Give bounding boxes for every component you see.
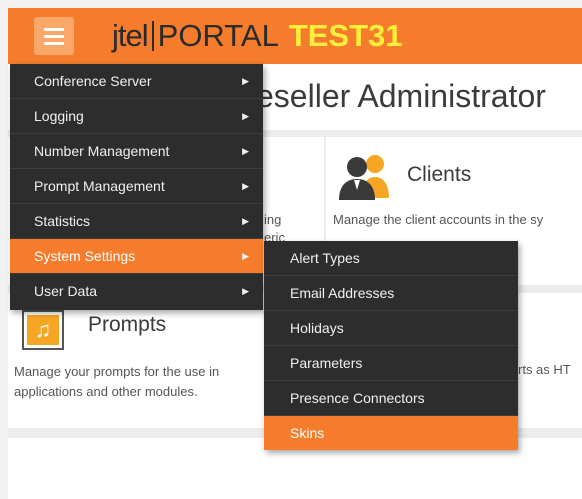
brand-portal: PORTAL: [157, 18, 279, 53]
menu-item-label: Statistics: [34, 213, 91, 229]
prompts-title[interactable]: Prompts: [88, 313, 166, 337]
caret-right-icon: ▶: [242, 251, 249, 261]
submenu-item-skins[interactable]: Skins: [264, 416, 518, 450]
caret-right-icon: ▶: [242, 146, 249, 156]
menu-item-label: Conference Server: [34, 73, 152, 89]
submenu-item-parameters[interactable]: Parameters: [264, 346, 518, 381]
menu-item-label: User Data: [34, 283, 98, 299]
caret-right-icon: ▶: [242, 216, 249, 226]
caret-right-icon: ▶: [242, 76, 249, 86]
music-note-icon: ♫: [22, 310, 64, 350]
menu-item-label: System Settings: [34, 248, 136, 264]
hamburger-menu-icon[interactable]: [34, 17, 74, 55]
caret-right-icon: ▶: [242, 286, 249, 296]
brand-jtel: jtel: [112, 18, 149, 53]
menu-item-label: Number Management: [34, 143, 170, 159]
page-title: eseller Administrator: [256, 78, 546, 114]
menu-item-label: Logging: [34, 108, 84, 124]
tile-right-description-partial: rts as HT: [518, 362, 571, 377]
menu-item-logging[interactable]: Logging ▶: [10, 99, 263, 134]
menu-item-prompt-management[interactable]: Prompt Management ▶: [10, 169, 263, 204]
menu-item-statistics[interactable]: Statistics ▶: [10, 204, 263, 239]
brand-logo: jtel PORTAL TEST31: [112, 18, 403, 54]
prompts-description: Manage your prompts for the use in appli…: [14, 364, 220, 399]
clients-description: Manage the client accounts in the sy: [333, 212, 544, 227]
main-menu: Conference Server ▶ Logging ▶ Number Man…: [10, 64, 263, 310]
menu-item-user-data[interactable]: User Data ▶: [10, 274, 263, 309]
system-settings-submenu: Alert Types Email Addresses Holidays Par…: [264, 241, 518, 450]
menu-item-label: Prompt Management: [34, 178, 165, 194]
submenu-item-presence-connectors[interactable]: Presence Connectors: [264, 381, 518, 416]
menu-item-conference-server[interactable]: Conference Server ▶: [10, 64, 263, 99]
caret-right-icon: ▶: [242, 181, 249, 191]
app-header: jtel PORTAL TEST31: [8, 8, 582, 64]
environment-label: TEST31: [288, 18, 403, 53]
menu-item-system-settings[interactable]: System Settings ▶: [10, 239, 263, 274]
caret-right-icon: ▶: [242, 111, 249, 121]
menu-item-number-management[interactable]: Number Management ▶: [10, 134, 263, 169]
submenu-item-holidays[interactable]: Holidays: [264, 311, 518, 346]
tile-left-description-partial: ing: [264, 212, 282, 227]
submenu-item-email-addresses[interactable]: Email Addresses: [264, 276, 518, 311]
submenu-item-alert-types[interactable]: Alert Types: [264, 241, 518, 276]
brand-separator: [151, 21, 154, 51]
clients-title[interactable]: Clients: [407, 163, 471, 187]
users-icon: [339, 155, 389, 200]
